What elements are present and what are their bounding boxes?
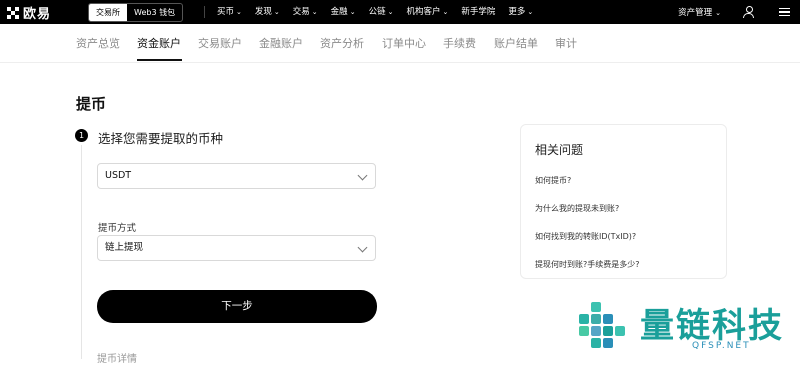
hamburger-menu-icon[interactable] [779, 6, 790, 18]
chevron-down-icon: ⌄ [387, 8, 394, 16]
faq-link[interactable]: 提现何时到账?手续费是多少? [535, 259, 640, 270]
switch-web3-wallet[interactable]: Web3 钱包 [127, 4, 182, 21]
tab-asset-analysis[interactable]: 资产分析 [320, 35, 364, 51]
asset-management-menu[interactable]: 资产管理 ⌄ [678, 6, 721, 18]
watermark-logo-icon [579, 302, 625, 348]
coin-select[interactable]: USDT [97, 163, 376, 189]
faq-link[interactable]: 如何找到我的转账ID(TxID)? [535, 231, 636, 242]
switch-exchange[interactable]: 交易所 [89, 4, 127, 21]
nav-public-chain[interactable]: 公链 ⌄ [369, 0, 394, 24]
nav-label: 发现 [254, 7, 272, 17]
nav-finance[interactable]: 金融 ⌄ [331, 0, 356, 24]
nav-label: 更多 [508, 7, 526, 17]
nav-divider [204, 6, 205, 18]
asset-management-label: 资产管理 [678, 8, 713, 18]
tab-order-center[interactable]: 订单中心 [382, 35, 426, 51]
top-nav-bar: 欧易 交易所 Web3 钱包 买币 ⌄ 发现 ⌄ 交易 ⌄ 金融 ⌄ 公链 ⌄ 机构客户 ⌄… [0, 0, 800, 24]
chevron-down-icon: ⌄ [527, 8, 534, 16]
step-title: 选择您需要提取的币种 [98, 131, 224, 146]
logo-mark-icon [7, 6, 19, 19]
user-icon[interactable] [743, 5, 755, 19]
faq-link[interactable]: 为什么我的提现未到账? [535, 203, 619, 214]
next-step-button[interactable]: 下一步 [97, 290, 377, 323]
chevron-down-icon: ⌄ [311, 8, 318, 16]
okx-logo[interactable]: 欧易 [7, 3, 51, 22]
chevron-down-icon: ⌄ [715, 9, 721, 17]
watermark: 量链科技 QFSP.NET [577, 295, 800, 359]
faq-card: 相关问题 如何提币? 为什么我的提现未到账? 如何找到我的转账ID(TxID)?… [520, 124, 727, 279]
withdraw-method-select[interactable]: 链上提现 [97, 235, 376, 261]
tab-audit[interactable]: 审计 [555, 35, 577, 51]
tab-statements[interactable]: 账户结单 [494, 35, 538, 51]
nav-more[interactable]: 更多 ⌄ [508, 0, 533, 24]
nav-trade[interactable]: 交易 ⌄ [293, 0, 318, 24]
page-title: 提币 [76, 95, 107, 113]
main-nav: 买币 ⌄ 发现 ⌄ 交易 ⌄ 金融 ⌄ 公链 ⌄ 机构客户 ⌄ 新手学院 更多 ⌄ [217, 0, 546, 24]
exchange-wallet-switch: 交易所 Web3 钱包 [88, 3, 184, 22]
tab-funding-account[interactable]: 资金账户 [137, 35, 181, 51]
account-tabs: 资产总览 资金账户 交易账户 金融账户 资产分析 订单中心 手续费 账户结单 审… [0, 24, 800, 63]
nav-label: 交易 [292, 7, 310, 17]
nav-label: 买币 [217, 7, 235, 17]
faq-title: 相关问题 [535, 143, 584, 157]
nav-discover[interactable]: 发现 ⌄ [255, 0, 280, 24]
step-number-badge: 1 [75, 129, 88, 142]
tab-asset-overview[interactable]: 资产总览 [76, 35, 120, 51]
header-right: 资产管理 ⌄ [678, 0, 800, 24]
watermark-text-en: QFSP.NET [692, 341, 751, 351]
chevron-down-icon: ⌄ [442, 8, 449, 16]
tab-fees[interactable]: 手续费 [443, 35, 476, 51]
nav-label: 新手学院 [461, 7, 496, 17]
watermark-text-cn: 量链科技 [640, 306, 784, 346]
tab-trading-account[interactable]: 交易账户 [198, 35, 242, 51]
withdraw-details-heading: 提币详情 [97, 354, 137, 365]
nav-label: 机构客户 [406, 7, 441, 17]
withdraw-method-value: 链上提现 [105, 242, 144, 253]
tab-earn-account[interactable]: 金融账户 [259, 35, 303, 51]
chevron-down-icon [357, 170, 368, 181]
chevron-down-icon: ⌄ [273, 8, 280, 16]
chevron-down-icon [357, 242, 368, 253]
chevron-down-icon: ⌄ [236, 8, 242, 16]
brand-name: 欧易 [23, 7, 52, 22]
nav-buy-crypto[interactable]: 买币 ⌄ [217, 0, 242, 24]
step-connector-line [81, 145, 82, 359]
faq-link[interactable]: 如何提币? [535, 175, 571, 186]
chevron-down-icon: ⌄ [349, 8, 356, 16]
nav-learn[interactable]: 新手学院 [461, 0, 495, 24]
nav-label: 金融 [330, 7, 348, 17]
nav-institutional[interactable]: 机构客户 ⌄ [406, 0, 448, 24]
active-tab-indicator [137, 59, 182, 61]
withdraw-method-label: 提币方式 [98, 223, 137, 234]
nav-label: 公链 [368, 7, 386, 17]
coin-select-value: USDT [105, 170, 132, 181]
